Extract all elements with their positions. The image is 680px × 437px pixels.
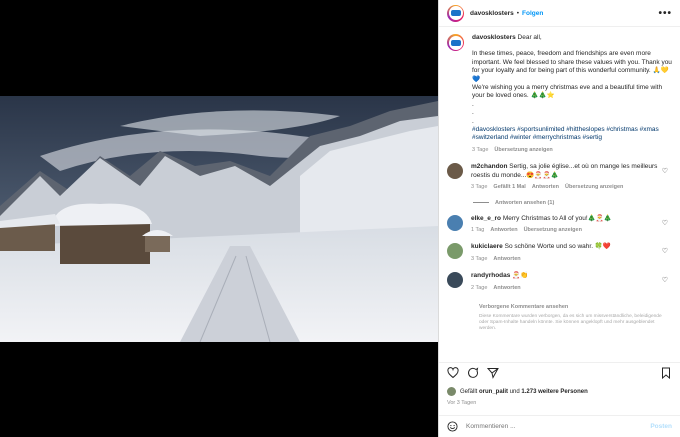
caption-username[interactable]: davosklosters	[472, 34, 516, 41]
hidden-comments-label[interactable]: Verborgene Kommentare ansehen	[479, 304, 568, 310]
reply-button[interactable]: Antworten	[493, 285, 520, 291]
heart-icon[interactable]	[447, 366, 459, 379]
hidden-comments-link[interactable]: Verborgene Kommentare ansehen	[479, 304, 672, 310]
likes-prefix: Gefällt	[460, 388, 478, 395]
comment-item: elke_e_ro Merry Christmas to All of you!…	[447, 214, 672, 235]
comment-item: randyrhodas 🎅👏 2 Tage Antworten ♡	[447, 272, 672, 292]
post-panel: davosklosters • Folgen ••• davosklosters…	[438, 0, 680, 437]
caption-time: 3 Tage	[472, 146, 489, 153]
comments-scroll-area[interactable]: davosklosters Dear all, In these times, …	[439, 28, 680, 358]
caption-translate-link[interactable]: Übersetzung anzeigen	[494, 147, 552, 153]
post-media	[0, 0, 438, 437]
comment-like-icon[interactable]: ♡	[662, 219, 668, 227]
comment-username[interactable]: elke_e_ro	[471, 215, 501, 222]
reply-button[interactable]: Antworten	[490, 227, 517, 233]
reply-button[interactable]: Antworten	[532, 184, 559, 190]
comment-username[interactable]: m2chandon	[471, 163, 507, 170]
bookmark-icon[interactable]	[660, 367, 672, 379]
likes-count[interactable]: 1.273 weitere Personen	[521, 389, 587, 395]
caption-greeting: Dear all,	[517, 34, 542, 41]
caption-dot-2: .	[472, 109, 474, 117]
comment-likes[interactable]: Gefällt 1 Mal	[493, 184, 525, 190]
commenter-avatar[interactable]	[447, 163, 463, 180]
comment-username[interactable]: kukiclaere	[471, 243, 503, 250]
comment-item: kukiclaere So schöne Worte und so wahr. …	[447, 243, 672, 263]
more-options-icon[interactable]: •••	[658, 8, 672, 19]
hidden-comments-note: Diese Kommentare wurden verborgen, da es…	[479, 313, 662, 331]
action-bar	[439, 362, 680, 382]
follow-button[interactable]: Folgen	[522, 10, 543, 17]
likes-summary: Gefällt orun_palit und 1.273 weitere Per…	[447, 387, 588, 396]
post-time-ago: Vor 3 Tagen	[447, 400, 477, 406]
caption-paragraph: In these times, peace, freedom and frien…	[472, 50, 672, 83]
liker-avatar[interactable]	[447, 387, 456, 396]
comment-icon[interactable]	[467, 366, 479, 379]
likes-user[interactable]: orun_palit	[479, 389, 508, 395]
account-username[interactable]: davosklosters	[470, 10, 514, 17]
share-icon[interactable]	[487, 367, 499, 379]
comment-time: 3 Tage	[471, 184, 488, 191]
comment-like-icon[interactable]: ♡	[662, 247, 668, 255]
comment-input[interactable]	[466, 423, 651, 430]
comment-text: So schöne Worte und so wahr. 🍀❤️	[504, 243, 612, 251]
post-photo[interactable]	[0, 96, 438, 342]
caption-dot-3: .	[472, 117, 474, 125]
view-replies-label[interactable]: Antworten ansehen (1)	[495, 200, 554, 206]
post-header: davosklosters • Folgen •••	[439, 0, 680, 27]
comment-time: 1 Tag	[471, 226, 485, 233]
commenter-avatar[interactable]	[447, 214, 463, 231]
account-avatar[interactable]	[447, 4, 464, 22]
caption-hashtags[interactable]: #davosklosters #sportsunlimited #hitthes…	[472, 126, 672, 143]
comment-username[interactable]: randyrhodas	[471, 272, 510, 279]
view-replies[interactable]: Antworten ansehen (1)	[473, 200, 672, 206]
caption-wish: We're wishing you a merry christmas eve …	[472, 84, 663, 100]
comment-like-icon[interactable]: ♡	[662, 167, 668, 175]
reply-button[interactable]: Antworten	[493, 256, 520, 262]
comment-item: m2chandon Sertig, sa jolie église...et o…	[447, 163, 672, 191]
separator-dot: •	[516, 9, 519, 17]
post-comment-button[interactable]: Posten	[650, 423, 672, 430]
likes-middle: und	[509, 388, 520, 395]
winter-landscape-image	[0, 96, 438, 342]
commenter-avatar[interactable]	[447, 243, 463, 260]
comment-time: 3 Tage	[471, 255, 488, 262]
comment-time: 2 Tage	[471, 284, 488, 291]
caption: davosklosters Dear all, In these times, …	[447, 34, 672, 154]
comment-like-icon[interactable]: ♡	[662, 276, 668, 284]
caption-avatar[interactable]	[447, 34, 464, 51]
comment-text: Merry Christmas to All of you!🎄🎅🎄	[502, 214, 612, 222]
commenter-avatar[interactable]	[447, 272, 463, 289]
translate-link[interactable]: Übersetzung anzeigen	[524, 227, 582, 233]
comment-text: 🎅👏	[512, 272, 529, 280]
caption-dot-1: .	[472, 100, 474, 108]
emoji-icon[interactable]	[447, 421, 458, 432]
comment-composer: Posten	[439, 415, 680, 437]
translate-link[interactable]: Übersetzung anzeigen	[565, 184, 623, 190]
